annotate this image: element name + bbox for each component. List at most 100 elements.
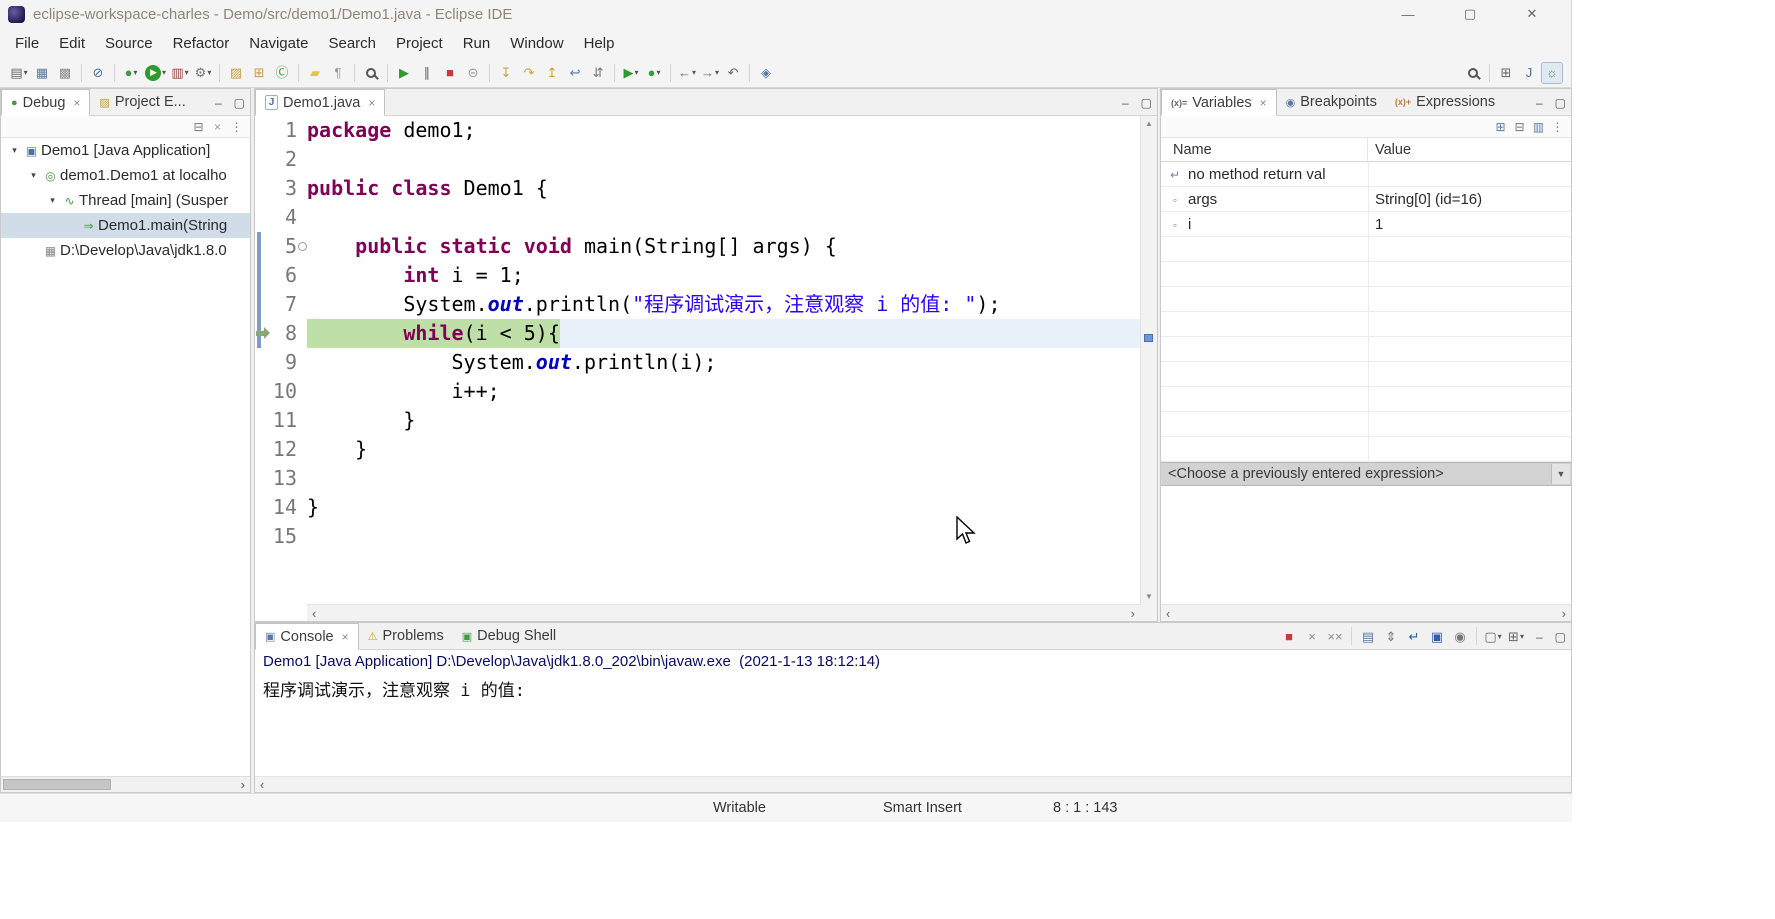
code-line[interactable]: System.out.println(i); [307,348,1157,377]
suspend-button[interactable]: ∥ [416,62,438,84]
scroll-left-icon[interactable]: ‹ [312,606,316,621]
back-button[interactable]: ←▾ [676,62,698,84]
scroll-lock-button[interactable]: ⇕ [1380,625,1402,647]
fold-marker-icon[interactable] [298,242,307,251]
tab-breakpoints[interactable]: ◉ Breakpoints [1277,89,1386,115]
variable-row[interactable]: ◦i1 [1161,212,1571,237]
menu-window[interactable]: Window [501,31,572,56]
code-line[interactable] [307,464,1157,493]
resume-button[interactable]: ▶ [393,62,415,84]
debug-perspective-button[interactable]: ☼ [1541,62,1563,84]
code-line[interactable] [307,203,1157,232]
minimize-view-icon[interactable]: – [215,96,222,110]
editor-vertical-scrollbar[interactable]: ▲ ▼ [1140,116,1157,604]
menu-project[interactable]: Project [387,31,452,56]
step-into-button[interactable]: ↧ [495,62,517,84]
menu-search[interactable]: Search [319,31,385,56]
maximize-view-icon[interactable]: ▢ [234,96,245,110]
new-java-package-button[interactable]: ⊞ [248,62,270,84]
scrollbar-thumb[interactable] [3,779,111,790]
tab-debug[interactable]: ● Debug × [1,89,90,116]
collapse-chevron-icon[interactable]: ▾ [7,145,22,156]
chevron-down-icon[interactable]: ▼ [1551,464,1570,484]
save-all-button[interactable]: ▩ [54,62,76,84]
tab-expressions[interactable]: (x)+ Expressions [1386,89,1504,115]
search-button[interactable] [360,62,382,84]
step-over-button[interactable]: ↷ [518,62,540,84]
close-window-icon[interactable]: ✕ [1501,0,1563,28]
annotation-ruler[interactable] [255,116,269,621]
toggle-mark-occurrences-button[interactable]: ▰ [304,62,326,84]
layout-button[interactable]: ▥ [1529,117,1548,136]
scroll-right-icon[interactable]: › [1562,606,1566,621]
tab-demo1-java[interactable]: J Demo1.java × [255,89,385,116]
run-history-button[interactable]: ▶▾ [620,62,642,84]
disconnect-button[interactable]: ⊝ [462,62,484,84]
debug-horizontal-scrollbar[interactable]: › [1,776,250,792]
variables-horizontal-scrollbar[interactable]: ‹ › [1161,604,1571,621]
minimize-view-icon[interactable]: – [1122,96,1129,110]
menu-refactor[interactable]: Refactor [164,31,239,56]
code-line[interactable]: int i = 1; [307,261,1157,290]
maximize-window-icon[interactable]: ▢ [1439,0,1501,28]
close-icon[interactable]: × [1260,96,1267,110]
scroll-left-icon[interactable]: ‹ [260,777,264,792]
remove-launch-button[interactable]: × [1301,625,1323,647]
coverage-button[interactable]: ▥▾ [169,62,191,84]
minimize-window-icon[interactable]: — [1377,0,1439,28]
menu-help[interactable]: Help [575,31,624,56]
scroll-right-icon[interactable]: › [236,777,250,792]
column-name[interactable]: Name [1161,138,1368,161]
scroll-left-icon[interactable]: ‹ [1166,606,1170,621]
view-menu-button[interactable]: ⋮ [227,117,246,136]
minimize-view-icon[interactable]: – [1536,96,1543,110]
clear-console-button[interactable]: ▤ [1357,625,1379,647]
java-perspective-button[interactable]: J [1518,62,1540,84]
tab-console[interactable]: ▣ Console × [255,623,359,650]
close-icon[interactable]: × [342,630,349,644]
terminate-button[interactable]: ■ [439,62,461,84]
code-line[interactable]: i++; [307,377,1157,406]
editor-horizontal-scrollbar[interactable]: ‹ › [307,604,1140,621]
scroll-up-icon[interactable]: ▲ [1145,119,1153,128]
code-line[interactable]: System.out.println("程序调试演示，注意观察 i 的值: ")… [307,290,1157,319]
new-java-class-button[interactable]: Ⓒ [271,62,293,84]
code-line[interactable]: } [307,435,1157,464]
collapse-chevron-icon[interactable]: ▾ [26,170,41,181]
debug-history-button[interactable]: ●▾ [643,62,665,84]
maximize-view-icon[interactable]: ▢ [1555,96,1566,110]
code-line[interactable]: } [307,406,1157,435]
debug-tree-item[interactable]: ▾▣Demo1 [Java Application] [1,138,250,163]
run-button[interactable]: ▶▾ [143,62,168,84]
use-step-filters-button[interactable]: ⇵ [587,62,609,84]
debug-tree-item[interactable]: ▦D:\Develop\Java\jdk1.8.0 [1,238,250,263]
scroll-right-icon[interactable]: › [1131,606,1135,621]
code-line[interactable]: public class Demo1 { [307,174,1157,203]
menu-edit[interactable]: Edit [50,31,94,56]
console-output[interactable]: 程序调试演示，注意观察 i 的值: [255,673,1571,776]
variable-detail-pane[interactable] [1161,486,1571,604]
skip-all-breakpoints-button[interactable]: ⊘ [87,62,109,84]
tab-project-explorer[interactable]: ▨ Project E... [90,89,194,115]
remove-all-launches-button[interactable]: ×× [1324,625,1346,647]
forward-button[interactable]: →▾ [699,62,721,84]
maximize-view-icon[interactable]: ▢ [1555,630,1566,644]
quick-search-button[interactable] [1462,62,1484,84]
collapse-all-button[interactable]: ⊟ [1510,117,1529,136]
console-horizontal-scrollbar[interactable]: ‹ [255,776,1571,792]
code-line[interactable]: public static void main(String[] args) { [307,232,1157,261]
code-line[interactable]: package demo1; [307,116,1157,145]
drop-to-frame-button[interactable]: ↩ [564,62,586,84]
debug-button[interactable]: ●▾ [120,62,142,84]
maximize-view-icon[interactable]: ▢ [1141,96,1152,110]
menu-file[interactable]: File [6,31,48,56]
new-wizard-button[interactable]: ▤▾ [8,62,30,84]
code-line[interactable]: } [307,493,1157,522]
current-debug-line[interactable]: while(i < 5){ [307,319,1157,348]
collapse-all-button[interactable]: ⊟ [189,117,208,136]
close-icon[interactable]: × [368,96,375,110]
open-console-button[interactable]: ⊞▾ [1505,625,1527,647]
debug-tree-item[interactable]: ⇒Demo1.main(String [1,213,250,238]
step-return-button[interactable]: ↥ [541,62,563,84]
code-line[interactable] [307,522,1157,551]
